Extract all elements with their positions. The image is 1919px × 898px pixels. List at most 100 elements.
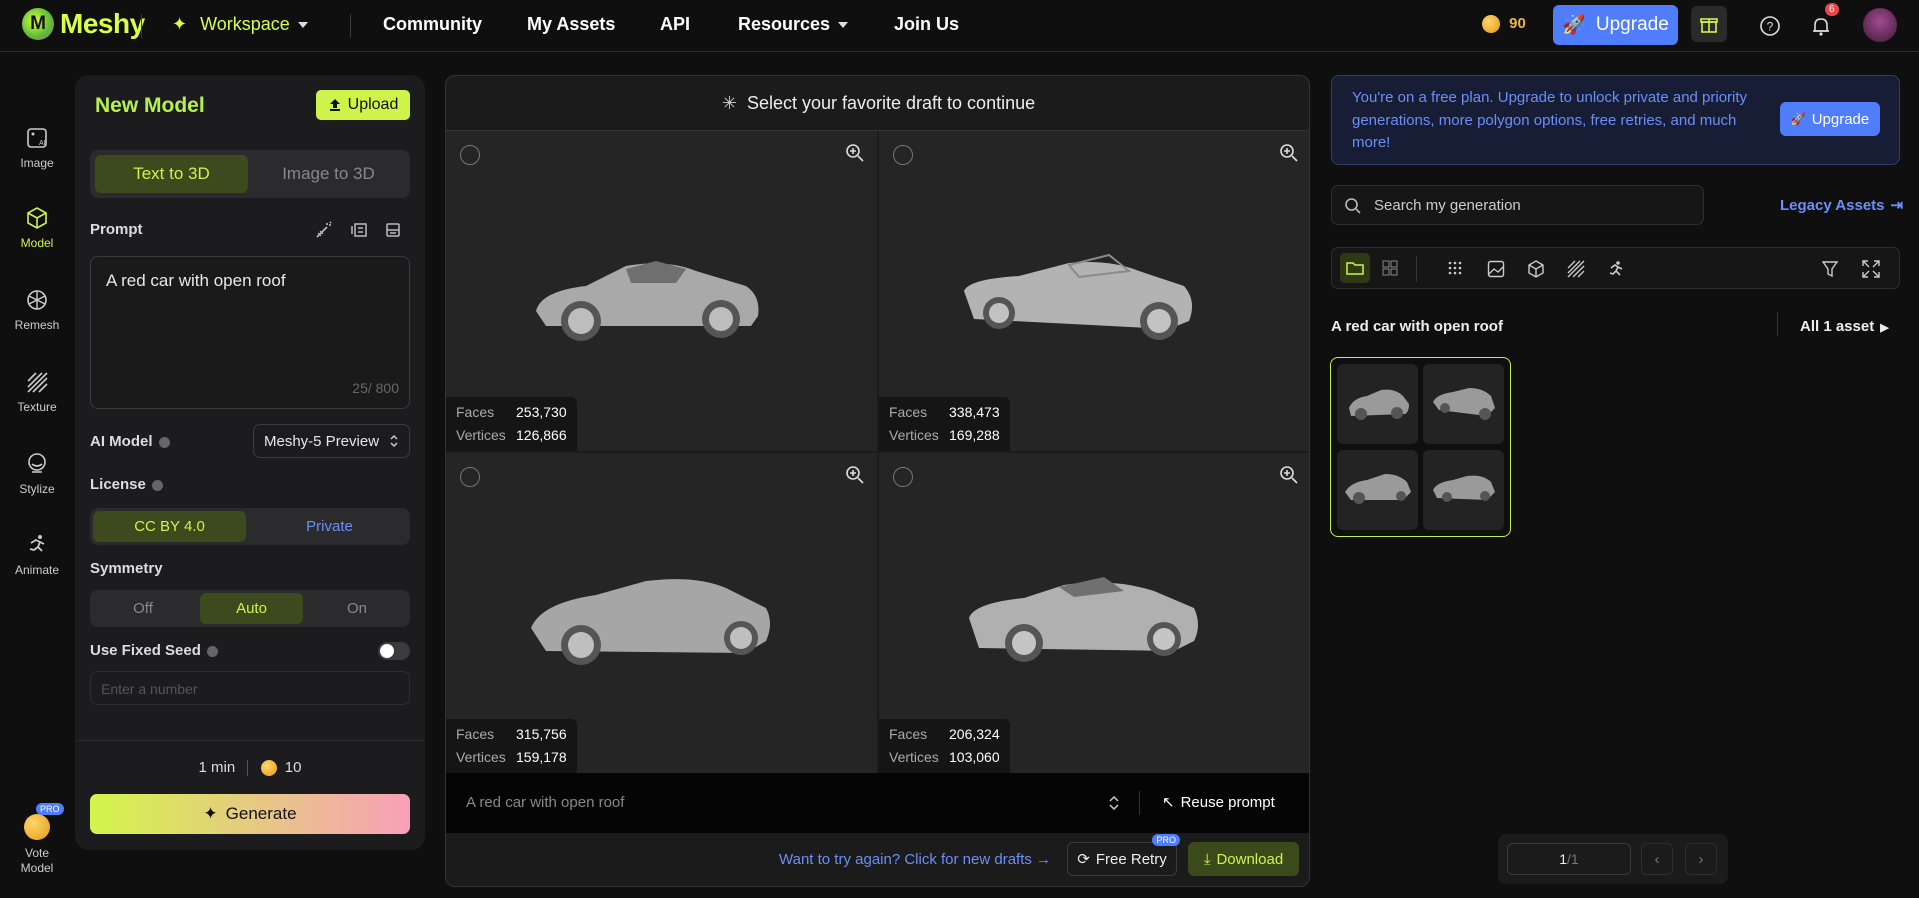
prompt-textarea[interactable]: A red car with open roof 25/ 800 [90,256,410,409]
free-retry-button[interactable]: ⟳ Free Retry PRO [1067,834,1180,876]
zoom-in-icon[interactable] [845,465,865,485]
tab-image-to-3d[interactable]: Image to 3D [252,155,405,193]
cube-filter-icon[interactable] [1527,260,1545,282]
download-button[interactable]: ⤓ Download [1188,842,1299,876]
select-radio[interactable] [460,145,480,165]
faces-label: Faces [889,404,928,420]
bell-icon[interactable]: 6 [1807,3,1839,40]
dots-grid-icon[interactable] [1447,260,1463,280]
chevron-down-icon [297,22,308,29]
stylize-icon [28,453,46,473]
expand-chevron-icon[interactable] [1108,794,1120,812]
meshy-logo[interactable]: M Meshy [22,8,145,40]
animate-filter-icon[interactable] [1607,260,1625,282]
nav-join-us[interactable]: Join Us [894,14,959,35]
ai-model-select[interactable]: Meshy-5 Preview [253,424,410,458]
draft-card[interactable]: Faces 206,324 Vertices 103,060 [879,453,1309,773]
license-private[interactable]: Private [252,511,407,542]
select-radio[interactable] [893,145,913,165]
generate-label: Generate [225,804,297,823]
faces-value: 206,324 [949,726,1000,742]
nav-resources[interactable]: Resources [738,14,849,35]
select-radio[interactable] [893,467,913,487]
legacy-assets-link[interactable]: Legacy Assets ⇥ [1780,196,1903,214]
panel-title: New Model [95,94,205,117]
symmetry-auto[interactable]: Auto [200,593,303,624]
cost-value: 10 [284,759,302,776]
rail-item-vote-model[interactable]: PRO Vote Model [0,803,74,876]
info-icon [151,479,163,491]
texture-filter-icon[interactable] [1567,260,1585,282]
asset-thumbnail[interactable] [1337,364,1418,444]
symmetry-on[interactable]: On [307,593,407,624]
seed-toggle[interactable] [378,642,410,660]
generate-button[interactable]: ✦ Generate [90,794,410,834]
asset-thumbnail[interactable] [1423,364,1504,444]
rail-item-image[interactable]: AI Image [0,126,74,170]
license-toggle: CC BY 4.0 Private [90,508,410,545]
rail-item-texture[interactable]: Texture [0,370,74,414]
asset-thumbnail[interactable] [1423,450,1504,530]
prev-page-button[interactable]: ‹ [1641,843,1673,875]
draft-card[interactable]: Faces 338,473 Vertices 169,288 [879,131,1309,451]
page-value: 1 [1559,851,1568,867]
prompt-text: A red car with open roof [106,271,286,290]
asset-group-card[interactable] [1330,357,1511,537]
reuse-prompt-label: Reuse prompt [1180,794,1275,811]
upgrade-button[interactable]: 🚀 Upgrade [1553,5,1678,45]
all-assets-link[interactable]: All 1 asset ▶ [1800,318,1889,335]
nav-resources-label: Resources [738,14,831,34]
faces-label: Faces [456,726,495,742]
arrow-up-left-icon: ↖ [1162,794,1175,811]
license-label: License [90,476,163,493]
license-cc-by[interactable]: CC BY 4.0 [93,511,246,542]
search-input[interactable]: Search my generation [1331,185,1704,225]
nav-community[interactable]: Community [383,14,482,35]
all-assets-label: All 1 asset [1800,318,1875,335]
ai-model-value: Meshy-5 Preview [264,432,380,450]
banner-upgrade-button[interactable]: 🚀 Upgrade [1780,102,1880,136]
page-input[interactable]: 1/1 [1507,843,1631,875]
avatar[interactable] [1863,8,1897,42]
credits[interactable]: 90 [1482,15,1526,34]
draft-card[interactable]: Faces 253,730 Vertices 126,866 [446,131,877,451]
nav-my-assets[interactable]: My Assets [527,14,615,35]
retry-link[interactable]: Want to try again? Click for new drafts … [779,851,1051,868]
legacy-assets-label: Legacy Assets [1780,197,1885,214]
image-filter-icon[interactable] [1487,260,1505,282]
mode-tabs: Text to 3D Image to 3D [90,150,410,198]
rail-item-stylize[interactable]: Stylize [0,452,74,496]
zoom-in-icon[interactable] [1279,465,1299,485]
prompt-library-icon[interactable] [384,221,402,243]
next-page-button[interactable]: › [1685,843,1717,875]
zoom-in-icon[interactable] [845,143,865,163]
rail-item-animate[interactable]: Animate [0,533,74,577]
rail-label-image: Image [20,156,54,170]
draft-card[interactable]: Faces 315,756 Vertices 159,178 [446,453,877,773]
rail-item-model[interactable]: Model [0,206,74,250]
nav-workspace[interactable]: ✦ Workspace [172,14,308,35]
reuse-prompt-button[interactable]: ↖ Reuse prompt [1162,793,1275,811]
nav-api[interactable]: API [660,14,690,35]
seed-input[interactable]: Enter a number [90,671,410,705]
zoom-in-icon[interactable] [1279,143,1299,163]
symmetry-off[interactable]: Off [93,593,193,624]
fullscreen-icon[interactable] [1862,260,1880,282]
help-icon[interactable]: ? [1756,12,1784,40]
filter-icon[interactable] [1821,260,1840,282]
faces-label: Faces [889,726,928,742]
faces-label: Faces [456,404,495,420]
select-radio[interactable] [460,467,480,487]
asset-thumbnail[interactable] [1337,450,1418,530]
prompt-helper-icon[interactable] [350,221,368,243]
magic-wand-icon[interactable] [315,221,333,243]
tab-text-to-3d[interactable]: Text to 3D [95,155,248,193]
upload-button[interactable]: Upload [316,90,410,120]
left-rail: AI Image Model Remesh Texture Stylize An… [0,52,74,898]
rail-item-remesh[interactable]: Remesh [0,288,74,332]
folder-icon[interactable] [1340,253,1370,283]
grid-icon[interactable] [1382,260,1398,280]
search-icon [1345,198,1361,214]
running-figure-icon [29,535,45,552]
gift-icon[interactable] [1691,6,1727,42]
